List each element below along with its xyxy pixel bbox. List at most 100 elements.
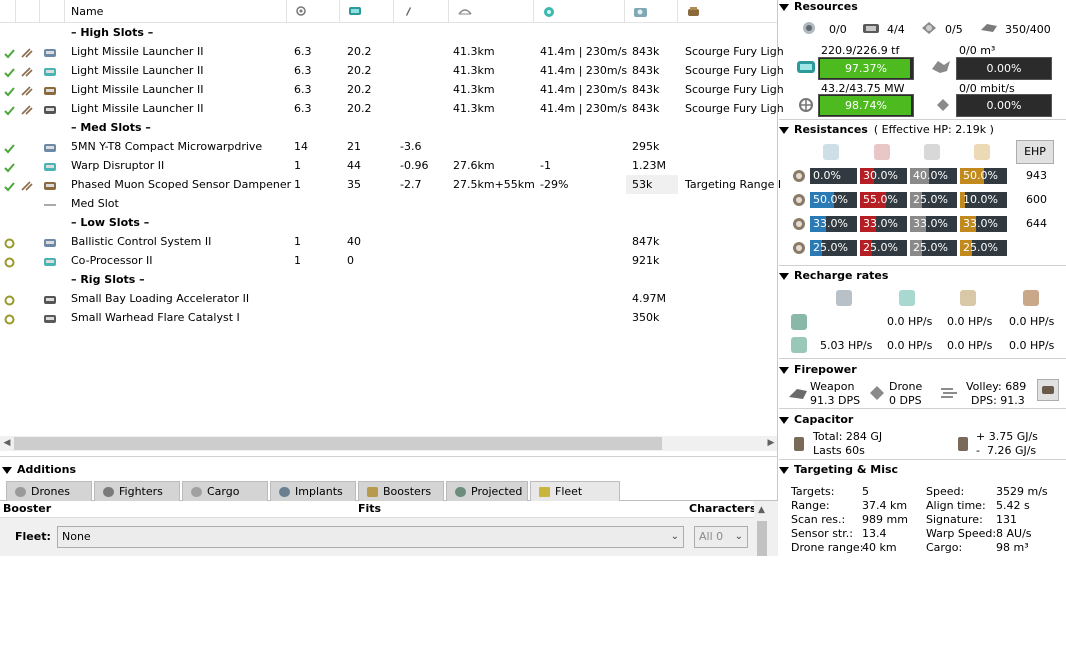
col-charge[interactable] <box>16 0 40 23</box>
col-falloff[interactable] <box>534 0 625 23</box>
stat-value: 13.4 <box>862 527 887 540</box>
module-row[interactable]: Light Missile Launcher II 6.3 20.2 41.3km 41… <box>0 42 784 61</box>
scrollbar-thumb[interactable] <box>757 521 767 556</box>
col-powergrid[interactable] <box>340 0 394 23</box>
tab-drones-label: Drones <box>31 485 70 498</box>
module-capacitor: -3.6 <box>400 140 422 153</box>
column-header-row: Name <box>0 0 778 23</box>
scroll-right-arrow[interactable]: ▶ <box>764 436 778 451</box>
resources-header[interactable]: Resources <box>779 0 858 13</box>
firepower-header[interactable]: Firepower <box>779 363 857 376</box>
horizontal-scrollbar[interactable]: ◀ ▶ <box>0 436 778 451</box>
online-state-icon[interactable] <box>4 312 15 331</box>
module-range: 41.3km <box>453 64 495 77</box>
collapse-arrow-icon[interactable] <box>779 466 789 474</box>
tab-fighters[interactable]: Fighters <box>94 481 180 501</box>
capacitor-header[interactable]: Capacitor <box>779 413 853 426</box>
fleet-label: Fleet: <box>15 530 51 543</box>
module-falloff: 41.4m | 230m/s <box>540 64 628 77</box>
module-row[interactable]: 5MN Y-T8 Compact Microwarpdrive 14 21 -3.6 2… <box>0 137 778 156</box>
layer-ehp: 943 <box>1026 169 1047 182</box>
ehp-toggle-button[interactable]: EHP <box>1016 140 1054 164</box>
collapse-arrow-icon[interactable] <box>779 3 789 11</box>
module-row[interactable]: Ballistic Control System II 1 40 847k <box>0 232 778 251</box>
col-cpu[interactable] <box>287 0 340 23</box>
capacitor-lasts: Lasts 60s <box>813 444 865 457</box>
resist-bar: 40.0% <box>910 168 957 184</box>
effective-hp-note: ( Effective HP: 2.19k ) <box>873 123 994 136</box>
collapse-arrow-icon[interactable] <box>779 416 789 424</box>
additions-tabs: Drones Fighters Cargo Implants Boosters … <box>0 481 778 501</box>
module-row[interactable]: Phased Muon Scoped Sensor Dampener 1 35 -2.… <box>0 175 781 194</box>
cargo-icon <box>191 487 202 497</box>
volley-icon <box>939 384 959 405</box>
slot-group-header[interactable]: – Rig Slots – <box>0 270 778 289</box>
stat-value: 989 mm <box>862 513 908 526</box>
tab-projected[interactable]: Projected <box>446 481 528 501</box>
col-state[interactable] <box>0 0 16 23</box>
resist-bar: 33.0% <box>910 216 957 232</box>
module-row[interactable]: Light Missile Launcher II 6.3 20.2 41.3km 41… <box>0 99 784 118</box>
tab-cargo[interactable]: Cargo <box>182 481 268 501</box>
capacitor-title: Capacitor <box>794 413 854 426</box>
resist-value: 50.0% <box>813 193 848 206</box>
module-name: Med Slot <box>71 197 119 210</box>
price-icon <box>634 8 647 17</box>
scroll-up-arrow[interactable]: ▲ <box>758 505 765 515</box>
module-capacitor: -2.7 <box>400 178 422 191</box>
chevron-down-icon: ⌄ <box>670 531 679 542</box>
resist-bar: 33.0% <box>860 216 907 232</box>
tab-fleet[interactable]: Fleet <box>530 481 620 501</box>
vertical-scrollbar[interactable]: ▲ <box>754 503 770 556</box>
recharge-header[interactable]: Recharge rates <box>779 269 888 282</box>
divider <box>779 459 1066 460</box>
module-falloff: 41.4m | 230m/s <box>540 83 628 96</box>
powergrid-percent: 98.74% <box>845 99 887 112</box>
col-icon[interactable] <box>40 0 65 23</box>
slot-group-header[interactable]: – Med Slots – <box>0 118 778 137</box>
cpu-icon <box>795 56 817 81</box>
drone-bay-label: 0/0 m³ <box>959 44 996 57</box>
module-range: 27.5km+55km <box>453 178 535 191</box>
collapse-arrow-icon[interactable] <box>779 272 789 280</box>
tab-drones[interactable]: Drones <box>6 481 92 501</box>
col-price[interactable] <box>625 0 678 23</box>
cpu-percent: 97.37% <box>845 62 887 75</box>
col-capacitor[interactable] <box>394 0 449 23</box>
col-name[interactable]: Name <box>65 0 287 23</box>
col-range[interactable] <box>449 0 534 23</box>
module-row[interactable]: Light Missile Launcher II 6.3 20.2 41.3km 41… <box>0 61 784 80</box>
module-row[interactable]: Small Warhead Flare Catalyst I 350k <box>0 308 778 327</box>
scroll-left-arrow[interactable]: ◀ <box>0 436 14 451</box>
drone-bay-bar: 0.00% <box>956 57 1052 80</box>
hull-icon <box>960 290 976 306</box>
collapse-arrow-icon[interactable] <box>2 466 12 474</box>
resistances-header[interactable]: Resistances ( Effective HP: 2.19k ) <box>779 123 994 136</box>
firepower-title: Firepower <box>794 363 857 376</box>
module-charge: Scourge Fury Ligh <box>685 83 784 96</box>
module-row[interactable]: Warp Disruptor II 1 44 -0.96 27.6km -1 1.23M <box>0 156 778 175</box>
tab-implants[interactable]: Implants <box>270 481 356 501</box>
characters-select[interactable]: All 0 ⌄ <box>694 526 748 548</box>
fleet-select[interactable]: None ⌄ <box>57 526 684 548</box>
module-row[interactable]: Small Bay Loading Accelerator II 4.97M <box>0 289 778 308</box>
col-ammo[interactable] <box>678 0 778 23</box>
slot-group-header[interactable]: – High Slots – <box>0 23 778 42</box>
module-name: Co-Processor II <box>71 254 153 267</box>
module-charge: Scourge Fury Ligh <box>685 102 784 115</box>
resistances-title: Resistances <box>794 123 868 136</box>
collapse-arrow-icon[interactable] <box>779 126 789 134</box>
additions-header[interactable]: Additions <box>0 456 778 481</box>
tab-boosters[interactable]: Boosters <box>358 481 444 501</box>
damage-pattern-button[interactable] <box>1037 379 1059 401</box>
module-range: 41.3km <box>453 83 495 96</box>
empty-slot-row[interactable]: Med Slot <box>0 194 778 213</box>
slot-group-header[interactable]: – Low Slots – <box>0 213 778 232</box>
drone-icon <box>15 487 26 497</box>
module-row[interactable]: Light Missile Launcher II 6.3 20.2 41.3km 41… <box>0 80 784 99</box>
module-row[interactable]: Co-Processor II 1 0 921k <box>0 251 778 270</box>
resist-bar: 50.0% <box>810 192 857 208</box>
targeting-header[interactable]: Targeting & Misc <box>779 463 898 476</box>
scrollbar-thumb[interactable] <box>14 437 662 450</box>
collapse-arrow-icon[interactable] <box>779 366 789 374</box>
